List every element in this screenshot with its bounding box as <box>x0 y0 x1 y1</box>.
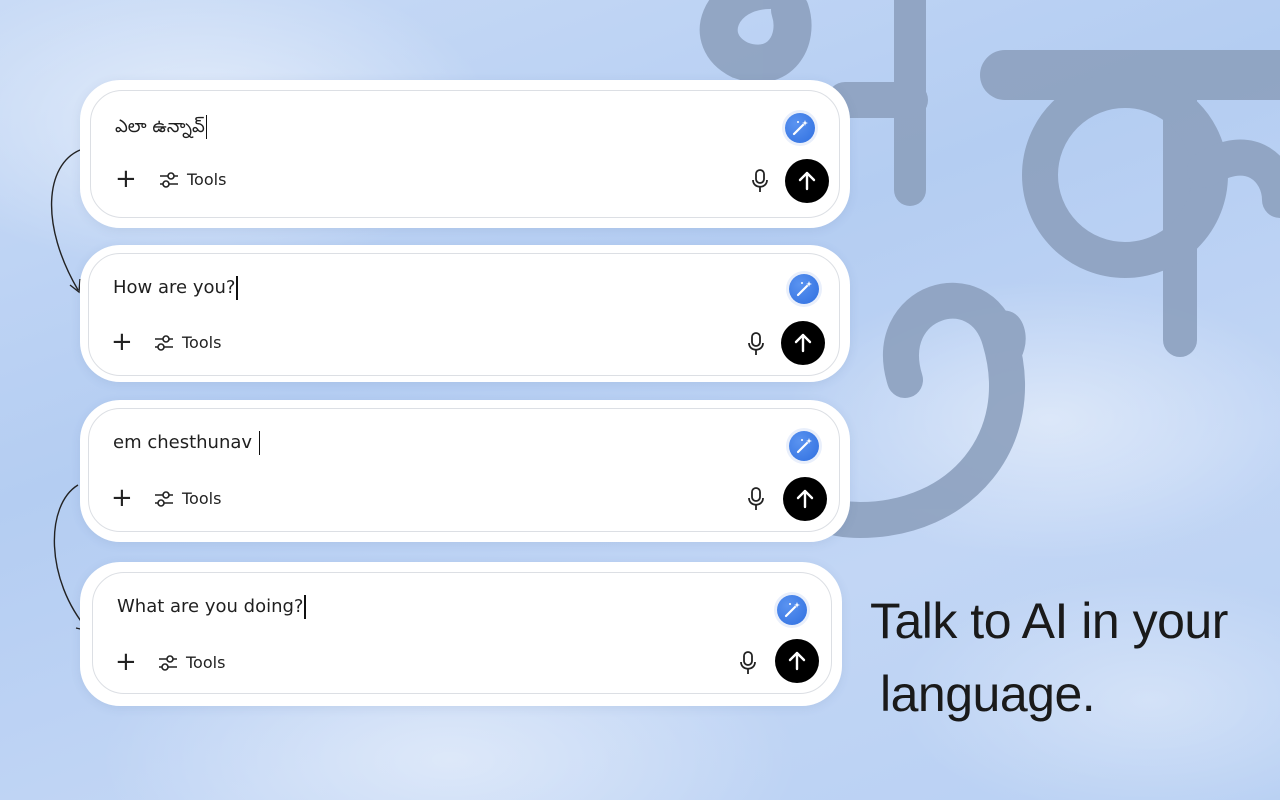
tools-label: Tools <box>187 170 227 189</box>
add-button[interactable]: + <box>115 649 137 675</box>
text-caret <box>205 115 208 139</box>
prompt-card-english-1: How are you? + Tools <box>80 245 850 382</box>
prompt-text[interactable]: How are you? <box>113 276 238 300</box>
plus-icon: + <box>111 327 133 357</box>
arrow-up-icon <box>788 651 806 671</box>
magic-wand-icon <box>784 602 800 618</box>
add-button[interactable]: + <box>111 329 133 355</box>
add-button[interactable]: + <box>111 485 133 511</box>
plus-icon: + <box>115 164 137 194</box>
sliders-icon <box>159 654 177 671</box>
add-button[interactable]: + <box>115 166 137 192</box>
text-caret <box>304 595 306 619</box>
tools-button[interactable]: Tools <box>154 333 221 352</box>
send-button[interactable] <box>781 321 825 365</box>
microphone-icon[interactable] <box>751 169 769 193</box>
send-button[interactable] <box>785 159 829 203</box>
magic-wand-button[interactable] <box>789 431 819 461</box>
magic-wand-button[interactable] <box>777 595 807 625</box>
tools-label: Tools <box>182 333 222 352</box>
prompt-card-telugu: ఎలా ఉన్నావ్ + Tools <box>80 80 850 228</box>
sliders-icon <box>160 171 178 188</box>
prompt-input-box[interactable]: em chesthunav + Tools <box>88 408 840 532</box>
magic-wand-icon <box>796 438 812 454</box>
sliders-icon <box>155 334 173 351</box>
text-caret <box>236 276 238 300</box>
microphone-icon[interactable] <box>739 651 757 675</box>
prompt-card-english-2: What are you doing? + Tools <box>80 562 842 706</box>
tagline-line-1: Talk to AI in your <box>870 593 1228 649</box>
magic-wand-icon <box>796 281 812 297</box>
microphone-icon[interactable] <box>747 332 765 356</box>
prompt-input-box[interactable]: What are you doing? + Tools <box>92 572 832 694</box>
tools-button[interactable]: Tools <box>154 489 221 508</box>
microphone-icon[interactable] <box>747 487 765 511</box>
tagline: Talk to AI in your language. <box>870 585 1270 731</box>
prompt-card-transliterated: em chesthunav + Tools <box>80 400 850 542</box>
magic-wand-button[interactable] <box>789 274 819 304</box>
prompt-text[interactable]: What are you doing? <box>117 595 306 619</box>
tools-button[interactable]: Tools <box>159 170 226 189</box>
send-button[interactable] <box>783 477 827 521</box>
arrow-up-icon <box>796 489 814 509</box>
magic-wand-button[interactable] <box>785 113 815 143</box>
arrow-up-icon <box>798 171 816 191</box>
prompt-text[interactable]: ఎలా ఉన్నావ్ <box>115 115 208 141</box>
send-button[interactable] <box>775 639 819 683</box>
tools-button[interactable]: Tools <box>158 653 225 672</box>
prompt-input-box[interactable]: ఎలా ఉన్నావ్ + Tools <box>90 90 840 218</box>
magic-wand-icon <box>792 120 808 136</box>
tools-label: Tools <box>186 653 226 672</box>
prompt-input-box[interactable]: How are you? + Tools <box>88 253 840 376</box>
sliders-icon <box>155 490 173 507</box>
tools-label: Tools <box>182 489 222 508</box>
tagline-line-2: language. <box>880 666 1096 722</box>
prompt-text[interactable]: em chesthunav <box>113 431 261 455</box>
arrow-up-icon <box>794 333 812 353</box>
plus-icon: + <box>115 647 137 677</box>
plus-icon: + <box>111 483 133 513</box>
text-caret <box>258 431 261 455</box>
